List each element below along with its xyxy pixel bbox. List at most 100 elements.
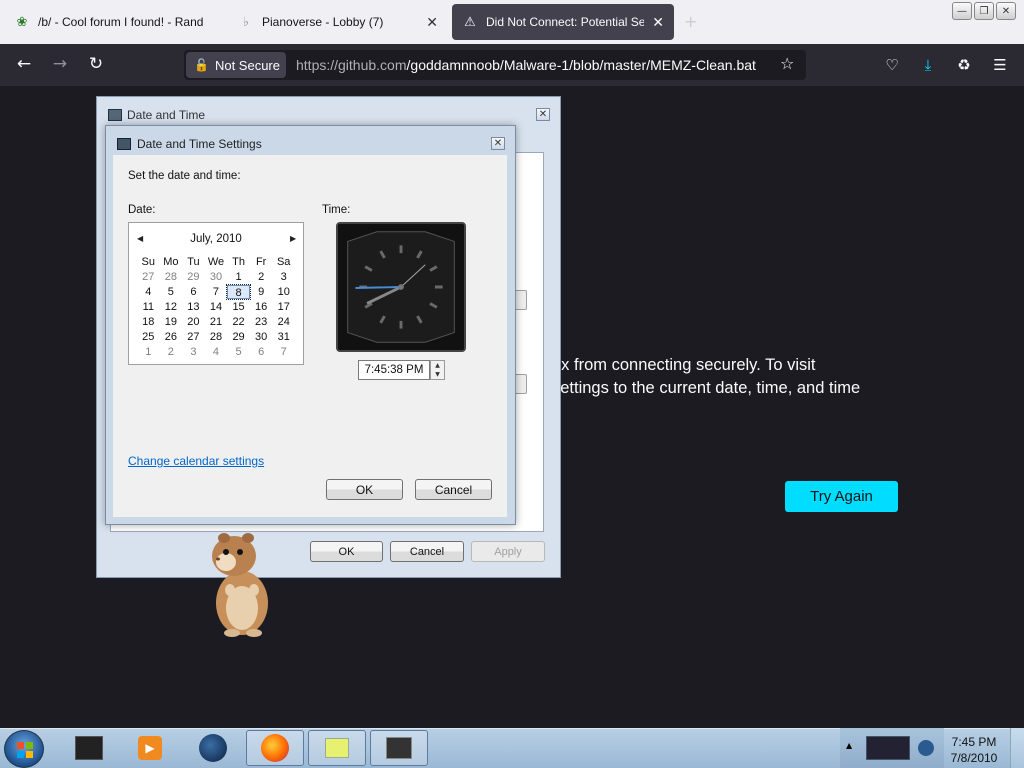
calendar-day[interactable]: 30 xyxy=(250,330,273,344)
close-icon[interactable]: ✕ xyxy=(536,108,550,121)
calendar-day[interactable]: 14 xyxy=(205,300,228,314)
obscured-button[interactable] xyxy=(515,374,527,394)
calendar-day[interactable]: 31 xyxy=(272,330,295,344)
download-icon[interactable]: ⤓ xyxy=(917,54,939,76)
calendar-day[interactable]: 18 xyxy=(137,315,160,329)
close-icon[interactable]: ✕ xyxy=(491,137,505,150)
calendar-day[interactable]: 23 xyxy=(250,315,273,329)
weekday-header: Su xyxy=(141,256,156,268)
calendar-day[interactable]: 7 xyxy=(272,345,295,359)
calendar-day[interactable]: 28 xyxy=(205,330,228,344)
calendar-day[interactable]: 5 xyxy=(160,285,183,299)
calendar-day[interactable]: 1 xyxy=(227,270,250,284)
calendar-day[interactable]: 7 xyxy=(205,285,228,299)
calendar-day[interactable]: 19 xyxy=(160,315,183,329)
tab-forum-title: /b/ - Cool forum I found! - Rand xyxy=(38,15,204,29)
restore-icon[interactable]: ❐ xyxy=(974,2,994,20)
reload-icon[interactable]: ↻ xyxy=(84,53,108,75)
spin-down-icon[interactable]: ▼ xyxy=(435,371,440,378)
calendar-day[interactable]: 2 xyxy=(250,270,273,284)
calendar-day[interactable]: 22 xyxy=(227,315,250,329)
calendar-day[interactable]: 27 xyxy=(137,270,160,284)
taskbar-sticky-notes[interactable] xyxy=(308,730,366,766)
forward-arrow-icon[interactable]: → xyxy=(48,53,72,75)
bookmark-star-icon[interactable]: ☆ xyxy=(780,54,794,73)
error-line-1: ox from connecting securely. To visit xyxy=(552,356,816,374)
calendar-day[interactable]: 30 xyxy=(205,270,228,284)
calendar-day[interactable]: 11 xyxy=(137,300,160,314)
ok-button[interactable]: OK xyxy=(326,479,403,500)
taskbar-app-1[interactable] xyxy=(60,730,118,766)
taskbar-date-time[interactable] xyxy=(370,730,428,766)
instruction-label: Set the date and time: xyxy=(128,170,241,182)
not-secure-badge[interactable]: 🔓 Not Secure xyxy=(186,52,286,78)
tab-pianoverse[interactable]: ♭ Pianoverse - Lobby (7) ✕ xyxy=(228,4,448,40)
next-month-icon[interactable]: ▶ xyxy=(290,234,296,243)
close-window-icon[interactable]: ✕ xyxy=(996,2,1016,20)
menu-icon[interactable]: ☰ xyxy=(989,54,1011,76)
dialog-title: Date and Time xyxy=(127,108,206,122)
error-line-2: settings to the current date, time, and … xyxy=(552,379,861,397)
show-hidden-icons[interactable]: ▲ xyxy=(846,741,852,750)
try-again-button[interactable]: Try Again xyxy=(785,481,898,512)
extensions-icon[interactable]: ♻ xyxy=(953,54,975,76)
change-calendar-settings-link[interactable]: Change calendar settings xyxy=(128,454,264,468)
close-icon[interactable]: ✕ xyxy=(426,14,438,31)
calendar-day[interactable]: 6 xyxy=(182,285,205,299)
calendar-day[interactable]: 4 xyxy=(137,285,160,299)
close-icon[interactable]: ✕ xyxy=(652,14,664,31)
calendar-day[interactable]: 16 xyxy=(250,300,273,314)
calendar-day[interactable]: 25 xyxy=(137,330,160,344)
time-input[interactable]: 7:45:38 PM xyxy=(358,360,430,380)
system-clock[interactable]: 7:45 PM 7/8/2010 xyxy=(944,734,1004,766)
calendar-day[interactable]: 13 xyxy=(182,300,205,314)
calendar-day[interactable]: 3 xyxy=(182,345,205,359)
calendar-day[interactable]: 15 xyxy=(227,300,250,314)
calendar-day[interactable]: 10 xyxy=(272,285,295,299)
taskbar-app-3[interactable] xyxy=(184,730,242,766)
calendar-day[interactable]: 28 xyxy=(160,270,183,284)
taskbar-firefox[interactable] xyxy=(246,730,304,766)
calendar-day[interactable]: 5 xyxy=(227,345,250,359)
network-icon[interactable] xyxy=(918,740,934,756)
calendar-day[interactable]: 12 xyxy=(160,300,183,314)
taskbar-app-2[interactable]: ▶ xyxy=(121,730,179,766)
obscured-button[interactable] xyxy=(515,290,527,310)
start-button[interactable] xyxy=(4,730,44,768)
calendar-day[interactable]: 1 xyxy=(137,345,160,359)
ok-button[interactable]: OK xyxy=(310,541,383,562)
show-desktop-button[interactable] xyxy=(1010,728,1024,768)
apply-button[interactable]: Apply xyxy=(471,541,545,562)
month-year-header[interactable]: July, 2010 xyxy=(129,233,303,245)
window-controls: — ❐ ✕ xyxy=(952,2,1016,20)
tray-app-icon[interactable] xyxy=(866,736,910,760)
calendar-day[interactable]: 3 xyxy=(272,270,295,284)
calendar-day[interactable]: 2 xyxy=(160,345,183,359)
calendar-day[interactable]: 24 xyxy=(272,315,295,329)
url-text[interactable]: https://github.com/goddamnnoob/Malware-1… xyxy=(296,57,756,73)
time-spinner[interactable]: ▲ ▼ xyxy=(430,360,445,380)
calendar-day[interactable]: 20 xyxy=(182,315,205,329)
calendar-day[interactable]: 29 xyxy=(182,270,205,284)
tab-did-not-connect[interactable]: ⚠ Did Not Connect: Potential Secu ✕ xyxy=(452,4,674,40)
minimize-icon[interactable]: — xyxy=(952,2,972,20)
cancel-button[interactable]: Cancel xyxy=(390,541,464,562)
calendar-day[interactable]: 4 xyxy=(205,345,228,359)
spin-up-icon[interactable]: ▲ xyxy=(435,362,440,369)
calendar-day[interactable]: 17 xyxy=(272,300,295,314)
pocket-icon[interactable]: ♡ xyxy=(881,54,903,76)
calendar-day[interactable]: 26 xyxy=(160,330,183,344)
tab-forum[interactable]: ❀ /b/ - Cool forum I found! - Rand xyxy=(4,4,224,40)
globe-icon xyxy=(199,734,227,762)
back-arrow-icon[interactable]: ← xyxy=(12,53,36,75)
month-calendar[interactable]: ◀ July, 2010 ▶ Su Mo Tu We Th Fr Sa 27 28 29 30 1 2 3… xyxy=(128,222,304,365)
calendar-day[interactable]: 29 xyxy=(227,330,250,344)
cancel-button[interactable]: Cancel xyxy=(415,479,492,500)
calendar-day[interactable]: 21 xyxy=(205,315,228,329)
calendar-day[interactable]: 8 xyxy=(226,284,251,300)
calendar-day[interactable]: 6 xyxy=(250,345,273,359)
calendar-day[interactable]: 27 xyxy=(182,330,205,344)
sticky-notes-icon xyxy=(325,738,349,758)
calendar-day[interactable]: 9 xyxy=(250,285,273,299)
new-tab-icon[interactable]: + xyxy=(684,12,697,31)
